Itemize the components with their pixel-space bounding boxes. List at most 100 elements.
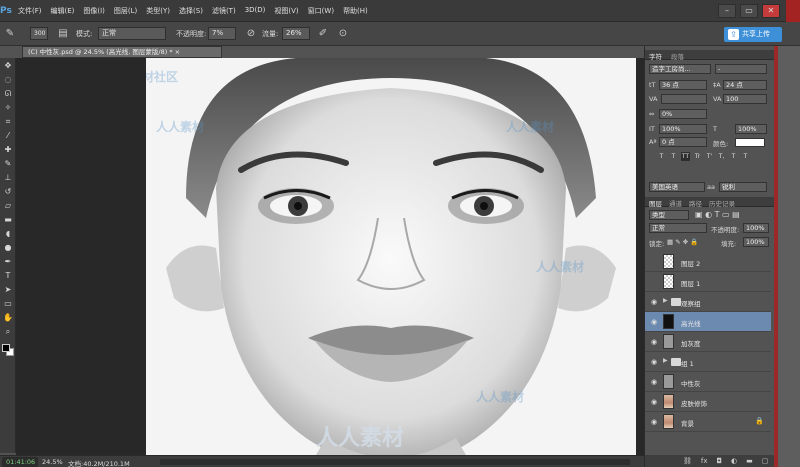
tab-channels[interactable]: 通道 bbox=[669, 198, 682, 208]
baseline-field[interactable]: 0 点 bbox=[659, 137, 707, 147]
zoom-tool-icon[interactable]: ⌕ bbox=[1, 326, 15, 338]
layer-row[interactable]: 图层 1 bbox=[645, 272, 771, 292]
text-style-button[interactable]: Tr bbox=[693, 152, 702, 161]
zoom-level[interactable]: 24.5% bbox=[42, 458, 63, 466]
tab-paragraph[interactable]: 段落 bbox=[671, 51, 684, 61]
text-style-button[interactable]: T bbox=[729, 152, 738, 161]
tab-layers[interactable]: 图层 bbox=[649, 198, 662, 208]
pen-tool-icon[interactable]: ✒ bbox=[1, 256, 15, 268]
visibility-eye-icon[interactable] bbox=[649, 257, 659, 267]
hand-tool-icon[interactable]: ✋ bbox=[1, 312, 15, 324]
menu-item[interactable]: 视图(V) bbox=[274, 6, 298, 16]
layer-row[interactable]: ◉ ▶ 组 1 bbox=[645, 352, 771, 372]
layer-filter-select[interactable]: 类型 bbox=[649, 210, 689, 220]
visibility-eye-icon[interactable]: ◉ bbox=[649, 317, 659, 327]
mask-icon[interactable]: ◘ bbox=[717, 455, 723, 467]
tab-character[interactable]: 字符 bbox=[649, 51, 662, 61]
folder-icon[interactable]: ▬ bbox=[746, 455, 753, 467]
flow-field[interactable]: 26% bbox=[282, 27, 310, 40]
menu-item[interactable]: 滤镜(T) bbox=[212, 6, 236, 16]
layer-row[interactable]: ◉ 加灰度 bbox=[645, 332, 771, 352]
menu-item[interactable]: 文件(F) bbox=[18, 6, 42, 16]
gradient-tool-icon[interactable]: ▬ bbox=[1, 214, 15, 226]
maximize-button[interactable]: ▭ bbox=[740, 4, 758, 18]
visibility-eye-icon[interactable]: ◉ bbox=[649, 417, 659, 427]
shape-tool-icon[interactable]: ▭ bbox=[1, 298, 15, 310]
lock-icons[interactable]: ▦ ✎ ✥ 🔒 bbox=[667, 238, 698, 246]
leading-field[interactable]: 24 点 bbox=[723, 80, 767, 90]
new-layer-icon[interactable]: ▢ bbox=[762, 455, 769, 467]
layer-row[interactable]: ◉ 高光线 bbox=[645, 312, 771, 332]
text-style-button[interactable]: T bbox=[657, 152, 666, 161]
blend-mode-select[interactable]: 正常 bbox=[649, 223, 707, 233]
brush-panel-icon[interactable]: ▤ bbox=[56, 27, 70, 41]
healing-tool-icon[interactable]: ✚ bbox=[1, 144, 15, 156]
document-tab[interactable]: (C) 中性灰.psd @ 24.5% (高光线, 图层蒙版/8) * × bbox=[22, 46, 222, 58]
stamp-tool-icon[interactable]: ⊥ bbox=[1, 172, 15, 184]
eyedropper-tool-icon[interactable]: ⁄ bbox=[1, 130, 15, 142]
marquee-tool-icon[interactable]: ◌ bbox=[1, 74, 15, 86]
text-style-button[interactable]: T bbox=[669, 152, 678, 161]
text-color-swatch[interactable] bbox=[735, 138, 765, 147]
visibility-eye-icon[interactable]: ◉ bbox=[649, 297, 659, 307]
blur-tool-icon[interactable]: ◖ bbox=[1, 228, 15, 240]
text-style-button[interactable]: T bbox=[741, 152, 750, 161]
quick-select-tool-icon[interactable]: ✧ bbox=[1, 102, 15, 114]
lasso-tool-icon[interactable]: ᘏ bbox=[1, 88, 15, 100]
text-style-button[interactable]: TT bbox=[681, 152, 690, 161]
eraser-tool-icon[interactable]: ▱ bbox=[1, 200, 15, 212]
font-size-field[interactable]: 36 点 bbox=[659, 80, 707, 90]
close-button[interactable]: ✕ bbox=[762, 4, 780, 18]
opacity-field[interactable]: 7% bbox=[208, 27, 236, 40]
text-style-button[interactable]: T' bbox=[705, 152, 714, 161]
adjustment-icon[interactable]: ◐ bbox=[731, 455, 737, 467]
layer-row[interactable]: ◉ 中性灰 bbox=[645, 372, 771, 392]
menu-item[interactable]: 类型(Y) bbox=[146, 6, 170, 16]
path-select-tool-icon[interactable]: ➤ bbox=[1, 284, 15, 296]
link-icon[interactable]: ⛓ bbox=[683, 455, 692, 467]
menu-item[interactable]: 图层(L) bbox=[114, 6, 137, 16]
visibility-eye-icon[interactable] bbox=[649, 277, 659, 287]
dodge-tool-icon[interactable]: ● bbox=[1, 242, 15, 254]
visibility-eye-icon[interactable]: ◉ bbox=[649, 357, 659, 367]
layer-row[interactable]: ◉ ▶ 观察组 bbox=[645, 292, 771, 312]
horizontal-scale-field[interactable]: 100% bbox=[735, 124, 767, 134]
layer-row[interactable]: ◉ 皮肤修饰 bbox=[645, 392, 771, 412]
text-style-button[interactable]: T, bbox=[717, 152, 726, 161]
visibility-eye-icon[interactable]: ◉ bbox=[649, 397, 659, 407]
fx-icon[interactable]: fx bbox=[701, 455, 708, 467]
filter-icons[interactable]: ▣ ◐ T ▭ ▤ bbox=[695, 210, 740, 219]
foreground-color-swatch[interactable] bbox=[2, 344, 10, 352]
pressure-opacity-icon[interactable]: ⊘ bbox=[244, 27, 258, 41]
brush-tool-icon[interactable]: ✎ bbox=[3, 27, 17, 41]
font-style-select[interactable]: - bbox=[715, 64, 767, 74]
share-upload-button[interactable]: ⇪ 共享上传 bbox=[724, 27, 782, 42]
history-brush-icon[interactable]: ↺ bbox=[1, 186, 15, 198]
crop-tool-icon[interactable]: ⌗ bbox=[1, 116, 15, 128]
pressure-size-icon[interactable]: ⊙ bbox=[336, 27, 350, 41]
move-tool-icon[interactable]: ✥ bbox=[1, 60, 15, 72]
fill-field[interactable]: 100% bbox=[743, 237, 769, 247]
brush-tool-icon[interactable]: ✎ bbox=[1, 158, 15, 170]
menu-item[interactable]: 窗口(W) bbox=[308, 6, 334, 16]
tab-paths[interactable]: 路径 bbox=[689, 198, 702, 208]
font-family-select[interactable]: 造字工房尚... bbox=[649, 64, 711, 74]
menu-item[interactable]: 帮助(H) bbox=[343, 6, 368, 16]
airbrush-icon[interactable]: ✐ bbox=[316, 27, 330, 41]
document-canvas[interactable]: 人人素材社区 人人素材 人人素材 人人素材 人人素材 人人素材 人人素材 人人素… bbox=[146, 58, 636, 455]
layer-opacity-field[interactable]: 100% bbox=[743, 223, 769, 233]
menu-item[interactable]: 编辑(E) bbox=[51, 6, 75, 16]
brush-size-picker[interactable]: 300 bbox=[30, 27, 48, 40]
layer-row[interactable]: ◉ 背景 🔒 bbox=[645, 412, 771, 432]
layer-row[interactable]: 图层 2 bbox=[645, 252, 771, 272]
horizontal-scrollbar[interactable] bbox=[160, 459, 630, 465]
group-expand-icon[interactable]: ▶ bbox=[663, 357, 668, 364]
kerning-field[interactable] bbox=[661, 94, 707, 104]
vertical-scale-field[interactable]: 100% bbox=[659, 124, 707, 134]
tab-history[interactable]: 历史记录 bbox=[709, 198, 735, 208]
visibility-eye-icon[interactable]: ◉ bbox=[649, 377, 659, 387]
visibility-eye-icon[interactable]: ◉ bbox=[649, 337, 659, 347]
language-select[interactable]: 美国英语 bbox=[649, 182, 705, 192]
tracking-field[interactable]: 100 bbox=[723, 94, 767, 104]
menu-item[interactable]: 选择(S) bbox=[179, 6, 203, 16]
